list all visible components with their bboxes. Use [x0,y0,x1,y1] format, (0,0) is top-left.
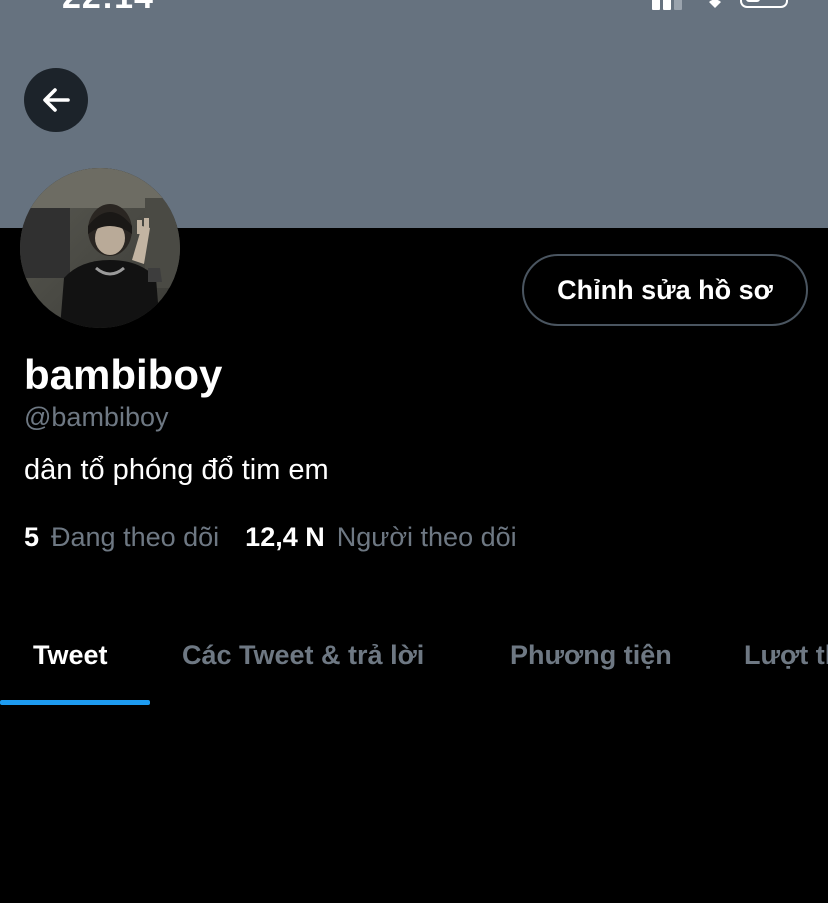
profile-tabs: Tweet Các Tweet & trả lời Phương tiện Lư… [0,620,828,706]
followers-count: 12,4 N [245,522,325,552]
profile-stats: 5 Đang theo dõi 12,4 N Người theo dõi [24,519,517,555]
back-button[interactable] [24,68,88,132]
arrow-left-icon [43,88,70,112]
followers-stat[interactable]: 12,4 N Người theo dõi [245,519,516,555]
following-stat[interactable]: 5 Đang theo dõi [24,519,219,555]
tab-tweets[interactable]: Tweet [33,620,108,690]
status-time: 22:14 [62,0,154,12]
battery-icon [740,0,788,8]
user-handle: @bambiboy [24,402,169,432]
following-label: Đang theo dõi [51,522,220,552]
status-bar: 22:14 [0,0,828,12]
following-count: 5 [24,522,40,552]
display-name: bambiboy [24,351,223,398]
signal-icon [652,0,692,10]
tab-media[interactable]: Phương tiện [510,620,672,690]
profile-bio: dân tổ phóng đổ tim em [24,454,329,486]
avatar[interactable] [20,168,180,328]
tab-tweets-and-replies[interactable]: Các Tweet & trả lời [182,620,424,690]
followers-label: Người theo dõi [336,522,517,552]
active-tab-indicator [0,700,150,705]
edit-profile-button[interactable]: Chỉnh sửa hồ sơ [522,254,808,326]
tab-likes[interactable]: Lượt thích [744,620,828,690]
wifi-icon [704,0,726,10]
